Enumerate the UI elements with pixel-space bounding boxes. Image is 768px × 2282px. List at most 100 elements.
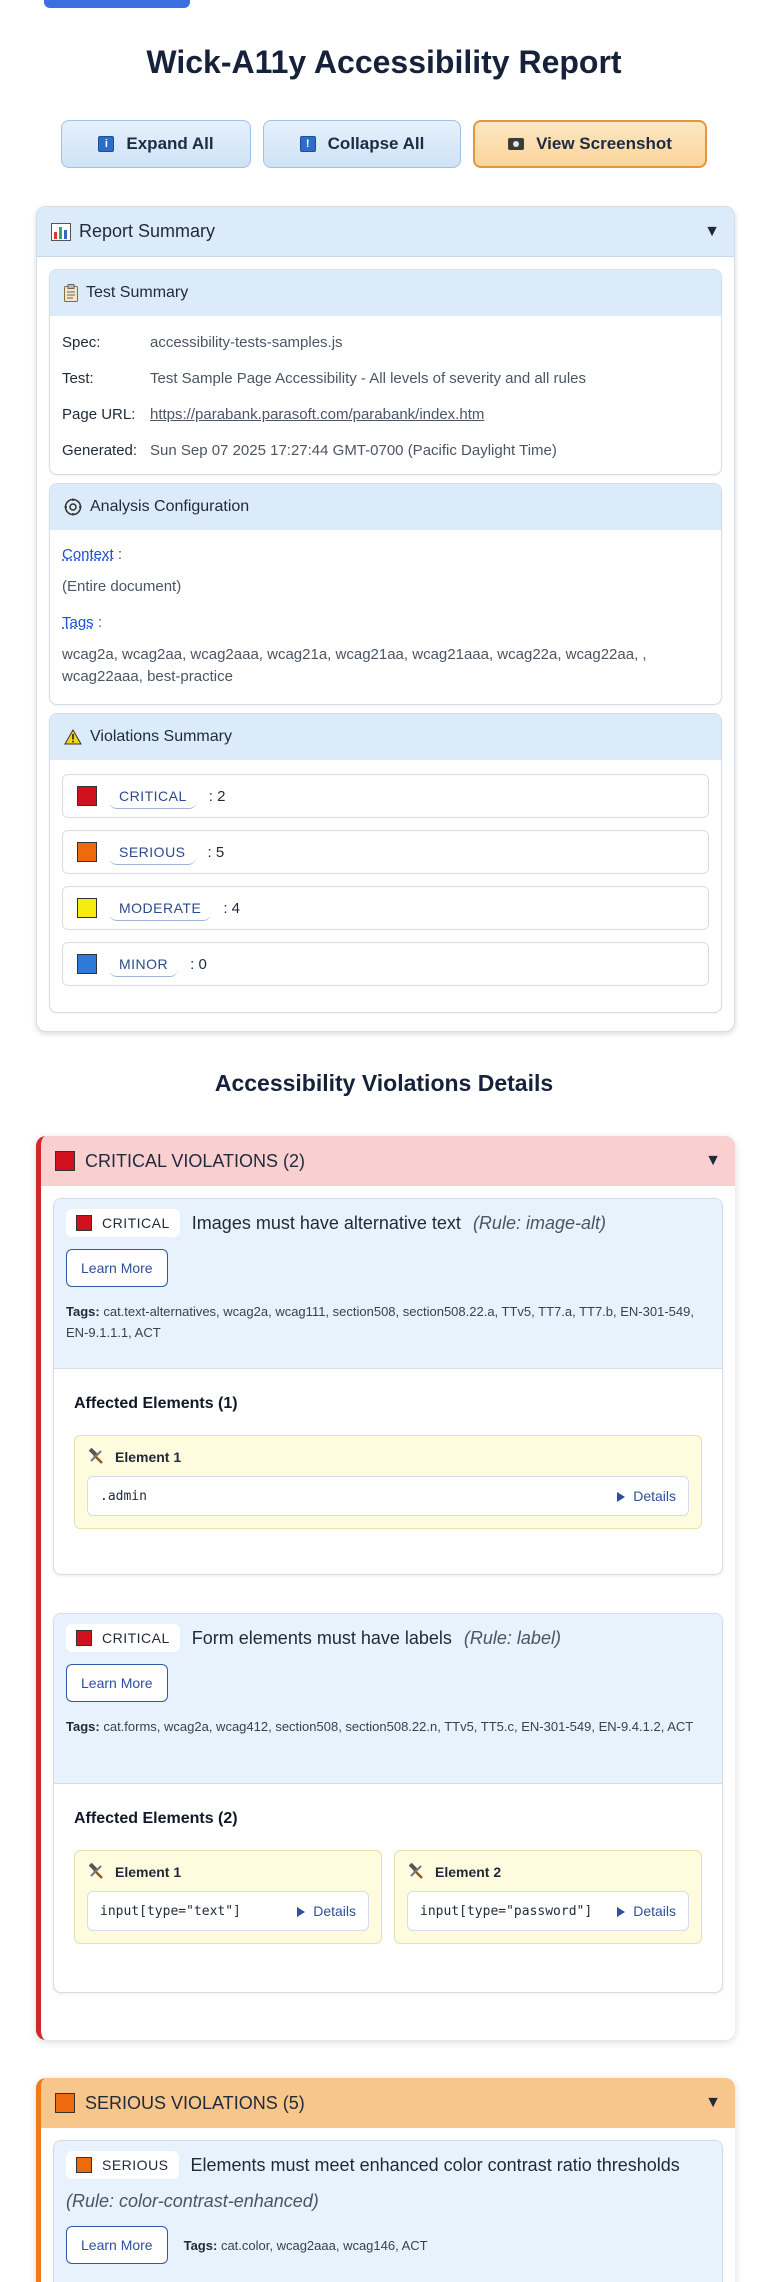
- critical-count: : 2: [208, 787, 226, 805]
- serious-square-icon: [76, 2157, 92, 2173]
- tags-label: Tags:: [66, 1719, 100, 1734]
- collapse-all-label: Collapse All: [327, 134, 425, 153]
- test-summary-title: Test Summary: [86, 284, 189, 301]
- top-accent-bar: [44, 0, 190, 8]
- serious-group-title: SERIOUS VIOLATIONS (5): [85, 2092, 305, 2113]
- element-label: Element 1: [115, 1864, 182, 1880]
- severity-badge: CRITICAL: [66, 1624, 180, 1652]
- learn-more-button[interactable]: Learn More: [66, 1664, 168, 1702]
- moderate-count: : 4: [223, 899, 240, 917]
- moderate-color-swatch: [77, 898, 97, 918]
- page-title: Wick-A11y Accessibility Report: [146, 44, 622, 80]
- selector-text: input[type="password"]: [420, 1903, 593, 1919]
- tags-text: cat.color, wcag2aaa, wcag146, ACT: [220, 2237, 428, 2253]
- minor-count: : 0: [190, 955, 207, 973]
- violation-card-image-alt: CRITICAL Images must have alternative te…: [53, 1198, 723, 1575]
- serious-pill[interactable]: SERIOUS: [109, 840, 196, 865]
- context-link[interactable]: Context: [62, 546, 114, 563]
- toolbar: i Expand All ! Collapse All View Screens…: [0, 120, 768, 168]
- page-url-label: Page URL:: [62, 405, 136, 423]
- test-summary-body: Spec: accessibility-tests-samples.js Tes…: [50, 316, 721, 474]
- moderate-pill[interactable]: MODERATE: [109, 896, 212, 921]
- hammer-wrench-icon: [408, 1863, 423, 1879]
- summary-row-minor[interactable]: MINOR : 0: [62, 942, 709, 986]
- test-label: Test:: [62, 369, 94, 387]
- learn-more-button[interactable]: Learn More: [66, 2226, 168, 2264]
- play-triangle-icon: [297, 1907, 306, 1918]
- summary-row-moderate[interactable]: MODERATE : 4: [62, 886, 709, 930]
- camera-icon: [508, 138, 525, 150]
- violation-tags: Tags: cat.color, wcag2aaa, wcag146, ACT: [184, 2235, 428, 2256]
- warning-icon: [64, 729, 82, 745]
- violations-summary-header: Violations Summary: [50, 714, 721, 760]
- collapse-caret-icon[interactable]: ▼: [705, 2094, 721, 2112]
- exclamation-icon: !: [299, 136, 316, 152]
- collapse-all-button[interactable]: ! Collapse All: [263, 120, 461, 168]
- gear-icon: [64, 498, 82, 516]
- details-toggle[interactable]: Details: [617, 1488, 676, 1504]
- critical-color-swatch: [77, 786, 97, 806]
- critical-square-icon: [76, 1630, 92, 1646]
- violation-tags: Tags: cat.forms, wcag2a, wcag412, sectio…: [66, 1716, 710, 1737]
- violation-title: Elements must meet enhanced color contra…: [190, 2154, 680, 2175]
- element-selector: input[type="text"] Details: [87, 1891, 369, 1931]
- affected-elements-title: Affected Elements (2): [74, 1810, 238, 1827]
- context-value: (Entire document): [62, 578, 182, 595]
- serious-violations-group: SERIOUS VIOLATIONS (5) ▼ SERIOUS Element…: [36, 2078, 735, 2282]
- violation-tags: Tags: cat.text-alternatives, wcag2a, wca…: [66, 1301, 710, 1343]
- expand-all-label: Expand All: [126, 134, 214, 153]
- learn-more-button[interactable]: Learn More: [66, 1249, 168, 1287]
- spec-label: Spec:: [62, 333, 101, 351]
- severity-label: SERIOUS: [102, 2157, 169, 2173]
- violation-title: Images must have alternative text: [191, 1212, 461, 1233]
- affected-elements: Affected Elements (1) Element 1 .admin D…: [54, 1369, 722, 1543]
- selector-text: .admin: [100, 1488, 147, 1504]
- tags-label: Tags:: [66, 1304, 100, 1319]
- tags-text: cat.forms, wcag2a, wcag412, section508, …: [103, 1719, 694, 1734]
- collapse-caret-icon[interactable]: ▼: [705, 1152, 721, 1170]
- play-triangle-icon: [617, 1907, 626, 1918]
- collapse-caret-icon[interactable]: ▼: [704, 223, 720, 241]
- violation-rule: (Rule: label): [463, 1627, 561, 1648]
- summary-row-serious[interactable]: SERIOUS : 5: [62, 830, 709, 874]
- generated-label: Generated:: [62, 441, 138, 459]
- affected-elements: Affected Elements (2) Element 1 input[ty…: [54, 1784, 722, 1958]
- test-value: Test Sample Page Accessibility - All lev…: [150, 369, 587, 387]
- summary-row-critical[interactable]: CRITICAL : 2: [62, 774, 709, 818]
- test-summary-section: Test Summary Spec: accessibility-tests-s…: [49, 269, 722, 475]
- minor-pill[interactable]: MINOR: [109, 952, 179, 977]
- critical-pill[interactable]: CRITICAL: [109, 784, 197, 809]
- page-url-link[interactable]: https://parabank.parasoft.com/parabank/i…: [150, 406, 484, 423]
- violation-card-color-contrast-enhanced: SERIOUS Elements must meet enhanced colo…: [53, 2140, 723, 2282]
- test-summary-header: Test Summary: [50, 270, 721, 316]
- report-summary-title: Report Summary: [79, 221, 216, 241]
- tags-value: wcag2a, wcag2aa, wcag2aaa, wcag21a, wcag…: [62, 646, 647, 685]
- expand-all-button[interactable]: i Expand All: [61, 120, 251, 168]
- violations-summary-body: CRITICAL : 2 SERIOUS : 5 MODERATE : 4 MI…: [50, 760, 721, 1010]
- violations-summary-title: Violations Summary: [90, 728, 232, 745]
- serious-group-header[interactable]: SERIOUS VIOLATIONS (5) ▼: [41, 2078, 735, 2128]
- severity-badge: CRITICAL: [66, 1209, 180, 1237]
- details-toggle[interactable]: Details: [617, 1903, 676, 1919]
- critical-group-header[interactable]: CRITICAL VIOLATIONS (2) ▼: [41, 1136, 735, 1186]
- violations-summary-section: Violations Summary CRITICAL : 2 SERIOUS …: [49, 713, 722, 1013]
- serious-color-swatch: [77, 842, 97, 862]
- details-label: Details: [313, 1903, 356, 1919]
- view-screenshot-button[interactable]: View Screenshot: [473, 120, 707, 168]
- details-label: Details: [633, 1903, 676, 1919]
- details-toggle[interactable]: Details: [297, 1903, 356, 1919]
- violation-title: Form elements must have labels: [191, 1627, 452, 1648]
- severity-label: CRITICAL: [102, 1215, 170, 1231]
- details-section-title: Accessibility Violations Details: [214, 1070, 554, 1096]
- element-label: Element 2: [435, 1864, 502, 1880]
- tags-link[interactable]: Tags: [62, 614, 94, 631]
- report-summary-header[interactable]: Report Summary ▼: [37, 207, 734, 257]
- element-box: Element 1 .admin Details: [74, 1435, 702, 1529]
- serious-count: : 5: [207, 843, 225, 861]
- severity-badge: SERIOUS: [66, 2151, 179, 2179]
- violation-rule: (Rule: image-alt): [472, 1212, 606, 1233]
- info-icon: i: [98, 136, 115, 152]
- element-label: Element 1: [115, 1449, 182, 1465]
- critical-square-icon: [76, 1215, 92, 1231]
- analysis-config-title: Analysis Configuration: [90, 498, 250, 515]
